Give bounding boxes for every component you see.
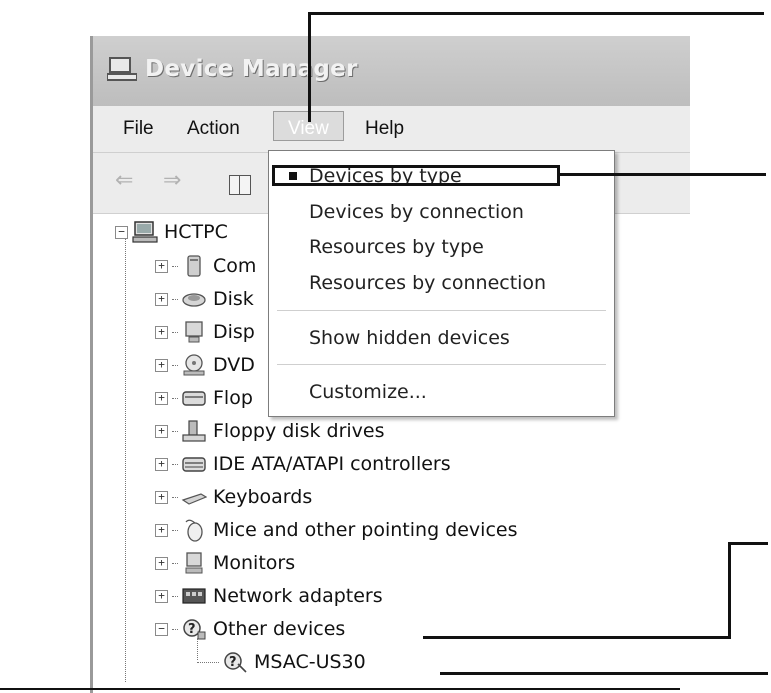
display-adapter-icon [185, 321, 203, 343]
tree-item[interactable]: + IDE ATA/ATAPI controllers [155, 448, 451, 480]
computer-icon [187, 255, 201, 277]
tree-item[interactable]: − ? Other devices [155, 613, 345, 645]
view-menu-dropdown: Devices by type Devices by connection Re… [268, 150, 615, 417]
tree-item[interactable]: + Flop [155, 382, 253, 414]
tree-item-label: IDE ATA/ATAPI controllers [213, 453, 451, 475]
title-bar[interactable]: Device Manager [93, 36, 690, 106]
menu-help[interactable]: Help [359, 116, 410, 142]
tree-item-label: Flop [213, 387, 253, 409]
network-adapter-icon [182, 588, 206, 604]
svg-text:?: ? [229, 655, 237, 670]
tree-branch-line [172, 496, 178, 498]
expand-toggle[interactable]: + [155, 457, 168, 471]
keyboard-icon [181, 493, 207, 505]
tree-item-label: Keyboards [213, 486, 313, 508]
tree-item-label: Com [213, 255, 257, 277]
callout-line-devices-by-type [558, 173, 766, 176]
menu-option-resources-by-connection[interactable]: Resources by connection [309, 272, 546, 294]
menu-action[interactable]: Action [181, 116, 246, 142]
callout-line-view-v [308, 12, 311, 122]
menu-separator [277, 310, 606, 311]
tree-item[interactable]: + Com [155, 250, 256, 282]
unknown-device-icon: ? [183, 619, 206, 640]
tree-item-label: Other devices [213, 618, 346, 640]
collapse-toggle[interactable]: − [115, 225, 128, 239]
unknown-device-icon: ? [224, 652, 247, 673]
expand-toggle[interactable]: + [155, 490, 168, 504]
mouse-icon [185, 519, 203, 542]
callout-line-other-devices-v [728, 542, 731, 638]
tree-item-label: Disp [213, 321, 255, 343]
disk-drive-icon [182, 293, 206, 307]
expand-toggle[interactable]: + [155, 259, 168, 273]
tree-branch-line [172, 430, 178, 432]
back-arrow-icon[interactable]: ⇐ [115, 167, 133, 193]
collapse-toggle[interactable]: − [155, 622, 168, 636]
dvd-drive-icon [183, 354, 205, 376]
tree-item[interactable]: + Disk [155, 283, 254, 315]
floppy-controller-icon [182, 391, 206, 406]
menu-option-devices-by-connection[interactable]: Devices by connection [309, 201, 524, 223]
show-hide-console-tree-icon[interactable] [229, 175, 251, 195]
expand-toggle[interactable]: + [155, 292, 168, 306]
tree-branch-line [172, 298, 178, 300]
expand-toggle[interactable]: + [155, 589, 168, 603]
svg-text:?: ? [188, 622, 196, 637]
tree-branch-line [172, 463, 178, 465]
callout-line-other-devices-top [728, 542, 768, 545]
window-title: Device Manager [145, 56, 358, 82]
tree-child-label: MSAC-US30 [254, 651, 366, 673]
menu-bar: File Action View Help [93, 106, 690, 153]
callout-line-other-devices-h [423, 636, 731, 639]
tree-item[interactable]: + Mice and other pointing devices [155, 514, 517, 546]
device-manager-icon [107, 57, 137, 81]
expand-toggle[interactable]: + [155, 358, 168, 372]
tree-branch-line [172, 364, 178, 366]
ide-controller-icon [182, 457, 206, 472]
tree-root-hctpc[interactable]: − HCTPC [115, 216, 228, 248]
tree-item[interactable]: + Keyboards [155, 481, 312, 513]
expand-toggle[interactable]: + [155, 391, 168, 405]
tree-item[interactable]: + Network adapters [155, 580, 383, 612]
tree-branch-line [172, 265, 178, 267]
callout-line-msac-us30 [440, 672, 768, 675]
selection-highlight-box [272, 165, 560, 186]
tree-item-label: DVD [213, 354, 255, 376]
tree-item[interactable]: + Monitors [155, 547, 295, 579]
tree-branch-line [172, 562, 178, 564]
tree-item[interactable]: + Floppy disk drives [155, 415, 385, 447]
menu-separator [277, 364, 606, 365]
tree-item-label: Monitors [213, 552, 296, 574]
tree-branch-line [172, 331, 178, 333]
menu-option-customize[interactable]: Customize... [309, 381, 427, 403]
menu-option-show-hidden-devices[interactable]: Show hidden devices [309, 327, 510, 349]
expand-toggle[interactable]: + [155, 325, 168, 339]
menu-option-resources-by-type[interactable]: Resources by type [309, 236, 484, 258]
callout-line-view-h [308, 12, 764, 15]
tree-item-label: Floppy disk drives [213, 420, 385, 442]
forward-arrow-icon[interactable]: ⇒ [163, 167, 181, 193]
tree-root-label: HCTPC [164, 221, 228, 243]
bottom-rule [0, 688, 680, 690]
tree-item-label: Mice and other pointing devices [213, 519, 518, 541]
expand-toggle[interactable]: + [155, 556, 168, 570]
tree-connector [125, 238, 126, 682]
tree-branch-line [172, 397, 178, 399]
tree-branch-line [172, 529, 178, 531]
tree-branch-line [172, 595, 178, 597]
expand-toggle[interactable]: + [155, 523, 168, 537]
tree-item-label: Network adapters [213, 585, 383, 607]
tree-child-item[interactable]: ? MSAC-US30 [197, 646, 366, 678]
monitor-icon [185, 552, 203, 574]
tree-item[interactable]: + DVD [155, 349, 255, 381]
tree-branch-line [197, 661, 219, 663]
tree-item[interactable]: + Disp [155, 316, 255, 348]
expand-toggle[interactable]: + [155, 424, 168, 438]
menu-file[interactable]: File [117, 116, 160, 142]
tree-item-label: Disk [213, 288, 254, 310]
tree-branch-line [172, 628, 178, 630]
floppy-drive-icon [182, 420, 206, 442]
computer-icon [132, 221, 158, 243]
